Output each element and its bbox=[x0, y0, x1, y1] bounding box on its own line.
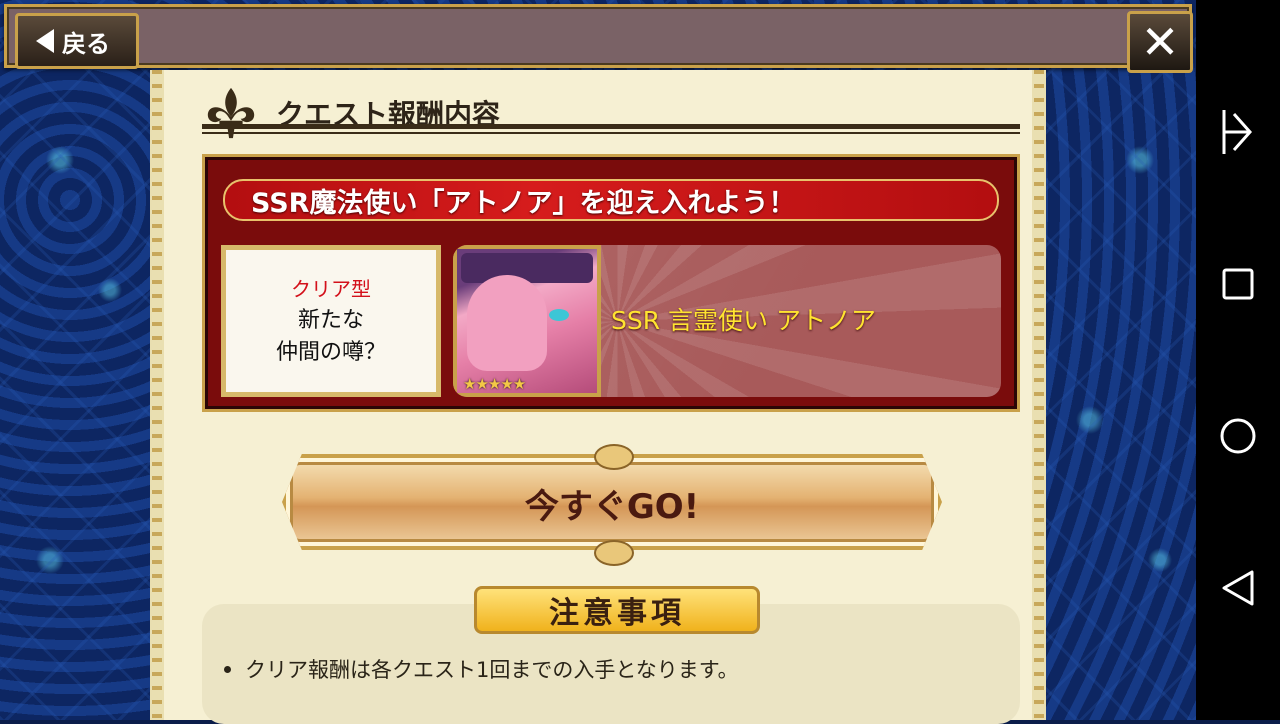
notes-title: 注意事項 bbox=[474, 586, 760, 634]
ornament-top-icon bbox=[594, 444, 634, 470]
nav-square-icon bbox=[1222, 268, 1254, 300]
note-item: クリア報酬は各クエスト1回までの入手となります。 bbox=[224, 654, 739, 684]
go-button-label: 今すぐGO! bbox=[524, 486, 700, 527]
nav-overview-button[interactable] bbox=[1214, 260, 1262, 308]
portrait-eye bbox=[549, 309, 569, 321]
system-nav-bar bbox=[1196, 0, 1280, 720]
nav-recent-button[interactable] bbox=[1214, 108, 1262, 156]
ornament-bottom-icon bbox=[594, 540, 634, 566]
nav-back-icon bbox=[1222, 570, 1254, 606]
quest-name-line2: 仲間の噂？ bbox=[275, 340, 386, 365]
quest-name-line1: 新たな bbox=[297, 308, 364, 333]
mission-box: SSR魔法使い「アトノア」を迎え入れよう！ クリア型 新たな 仲間の噂？ ★★★… bbox=[202, 154, 1020, 412]
bullet-icon bbox=[224, 665, 231, 673]
notes-box: 注意事項 クリア報酬は各クエスト1回までの入手となります。 bbox=[202, 586, 1020, 724]
title-divider bbox=[202, 124, 1020, 129]
character-portrait[interactable]: ★★★★★ bbox=[453, 245, 601, 397]
portrait-hat bbox=[461, 253, 593, 283]
back-label: 戻る bbox=[62, 29, 110, 58]
close-button[interactable]: ✕ bbox=[1127, 11, 1193, 73]
back-button[interactable]: 戻る bbox=[15, 13, 139, 69]
rarity-stars-icon: ★★★★★ bbox=[463, 375, 526, 393]
back-arrow-icon bbox=[36, 29, 54, 53]
nav-recent-icon bbox=[1222, 110, 1253, 154]
top-bar: 戻る ✕ bbox=[4, 4, 1193, 73]
reward-name: SSR 言霊使い アトノア bbox=[611, 306, 877, 335]
nav-home-icon bbox=[1220, 418, 1256, 454]
portrait-hair bbox=[467, 275, 547, 371]
clear-type-label: クリア型 bbox=[291, 277, 371, 301]
title-divider-thin bbox=[202, 132, 1020, 134]
close-icon: ✕ bbox=[1140, 15, 1180, 69]
nav-home-button[interactable] bbox=[1214, 412, 1262, 460]
nav-back-button[interactable] bbox=[1214, 564, 1262, 612]
clear-condition-card: クリア型 新たな 仲間の噂？ bbox=[221, 245, 441, 397]
mission-banner: SSR魔法使い「アトノア」を迎え入れよう！ bbox=[223, 179, 999, 221]
note-text: クリア報酬は各クエスト1回までの入手となります。 bbox=[245, 658, 739, 682]
reward-item[interactable]: ★★★★★ SSR 言霊使い アトノア bbox=[453, 245, 1001, 397]
reward-panel: クエスト報酬内容 SSR魔法使い「アトノア」を迎え入れよう！ クリア型 新たな … bbox=[150, 70, 1046, 724]
go-now-button[interactable]: 今すぐGO! bbox=[282, 444, 942, 566]
